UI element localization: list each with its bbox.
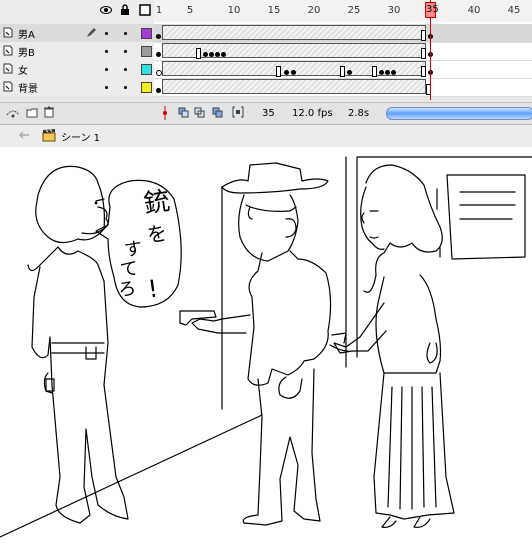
layer-page-icon <box>3 27 13 38</box>
lock-icon[interactable] <box>120 4 130 19</box>
timeline-panel: 男A 男B 女 背景 1 5 10 15 20 25 30 40 45 35 3… <box>0 0 532 125</box>
scene-name[interactable]: シーン 1 <box>61 129 100 144</box>
lock-dot[interactable] <box>124 32 127 35</box>
keyframe-end[interactable] <box>372 66 377 77</box>
scene-bar: シーン 1 <box>0 124 532 148</box>
keyframe-end[interactable] <box>421 66 426 77</box>
ruler-number: 25 <box>347 5 361 16</box>
speech-char: を <box>145 221 168 248</box>
keyframe-end[interactable] <box>421 30 426 41</box>
lock-dot[interactable] <box>124 86 127 89</box>
frame-span <box>162 79 426 94</box>
keyframe[interactable] <box>209 52 214 57</box>
wanted-poster <box>446 174 526 260</box>
keyframe[interactable] <box>284 70 289 75</box>
scene-back-arrow-icon[interactable] <box>18 130 30 143</box>
playhead-frame: 35 <box>426 4 439 15</box>
add-folder-icon[interactable] <box>26 107 38 121</box>
layer-row-male-a[interactable]: 男A <box>0 24 154 42</box>
keyframe[interactable] <box>156 52 161 57</box>
layer-row-woman[interactable]: 女 <box>0 60 154 78</box>
speech-char: 銃 <box>142 186 172 219</box>
lock-dot[interactable] <box>124 68 127 71</box>
man-b-figure <box>179 162 332 526</box>
keyframe[interactable] <box>156 34 161 39</box>
layer-name: 背景 <box>18 84 38 95</box>
frame-span <box>162 43 426 58</box>
timeline-scrollbar[interactable] <box>386 107 532 120</box>
trash-icon[interactable] <box>44 106 54 121</box>
keyframe-end[interactable] <box>340 66 345 77</box>
keyframe[interactable] <box>391 70 396 75</box>
keyframe-end[interactable] <box>421 48 426 59</box>
ruler-number: 10 <box>227 5 241 16</box>
outline-icon[interactable] <box>139 4 151 19</box>
woman-figure <box>329 164 455 528</box>
add-layer-icon[interactable] <box>6 107 20 122</box>
edit-multiple-frames-icon[interactable] <box>212 107 224 121</box>
keyframe[interactable] <box>385 70 390 75</box>
keyframe-end[interactable] <box>276 66 281 77</box>
keyframe[interactable] <box>156 88 161 93</box>
modify-markers-icon[interactable] <box>232 106 244 121</box>
ruler-number: 15 <box>267 5 281 16</box>
frame-ruler[interactable]: 1 5 10 15 20 25 30 35 40 45 <box>154 0 532 23</box>
visibility-dot[interactable] <box>105 32 108 35</box>
ruler-number: 40 <box>467 5 481 16</box>
layer-color-swatch[interactable] <box>141 28 152 39</box>
layer-page-icon <box>3 81 13 92</box>
ruler-number: 5 <box>186 5 194 16</box>
timeline-status-bar: 35 12.0 fps 2.8s <box>0 102 532 125</box>
layer-color-swatch[interactable] <box>141 46 152 57</box>
onion-outline-icon[interactable] <box>194 107 206 121</box>
visibility-dot[interactable] <box>105 68 108 71</box>
keyframe[interactable] <box>203 52 208 57</box>
eye-icon[interactable] <box>100 5 112 18</box>
layer-name: 男B <box>18 48 35 59</box>
keyframe[interactable] <box>215 52 220 57</box>
current-frame: 35 <box>262 108 275 119</box>
keyframe[interactable] <box>347 70 352 75</box>
ruler-number: 20 <box>307 5 321 16</box>
visibility-dot[interactable] <box>105 86 108 89</box>
layer-name: 男A <box>18 30 35 41</box>
keyframe-end[interactable] <box>196 48 201 59</box>
speech-char: ろ <box>117 278 138 301</box>
layer-page-icon <box>3 63 13 74</box>
frame-row-male-b[interactable] <box>154 42 532 61</box>
stage-canvas[interactable]: 銃 を す て ろ ! <box>0 147 532 557</box>
center-frame-icon[interactable] <box>160 106 170 123</box>
keyframe[interactable] <box>379 70 384 75</box>
ruler-number: 45 <box>507 5 521 16</box>
playhead-marker[interactable]: 35 <box>425 2 439 18</box>
layer-color-swatch[interactable] <box>141 64 152 75</box>
pencil-icon <box>86 27 97 41</box>
frame-row-woman[interactable] <box>154 60 532 79</box>
gun <box>179 310 217 326</box>
frame-rate[interactable]: 12.0 fps <box>292 108 333 119</box>
clapperboard-icon <box>42 128 56 145</box>
visibility-dot[interactable] <box>105 50 108 53</box>
layer-row-male-b[interactable]: 男B <box>0 42 154 60</box>
cartoon-scene: 銃 を す て ろ ! <box>0 156 532 538</box>
layer-list: 男A 男B 女 背景 <box>0 0 154 96</box>
frame-span <box>162 25 426 40</box>
onion-skin-icon[interactable] <box>178 107 190 121</box>
floor-line <box>0 414 263 538</box>
keyframe[interactable] <box>221 52 226 57</box>
layer-color-swatch[interactable] <box>141 82 152 93</box>
ruler-number: 30 <box>387 5 401 16</box>
ruler-number: 1 <box>155 5 163 16</box>
speech-char: ! <box>146 275 159 304</box>
layer-page-icon <box>3 45 13 56</box>
lock-dot[interactable] <box>124 50 127 53</box>
keyframe[interactable] <box>291 70 296 75</box>
layer-row-background[interactable]: 背景 <box>0 78 154 96</box>
frame-row-background[interactable] <box>154 78 532 97</box>
layer-name: 女 <box>18 66 28 77</box>
frame-row-male-a[interactable] <box>154 24 532 43</box>
man-a-figure <box>27 165 129 524</box>
elapsed-time: 2.8s <box>348 108 370 119</box>
frame-grid[interactable] <box>154 22 532 97</box>
